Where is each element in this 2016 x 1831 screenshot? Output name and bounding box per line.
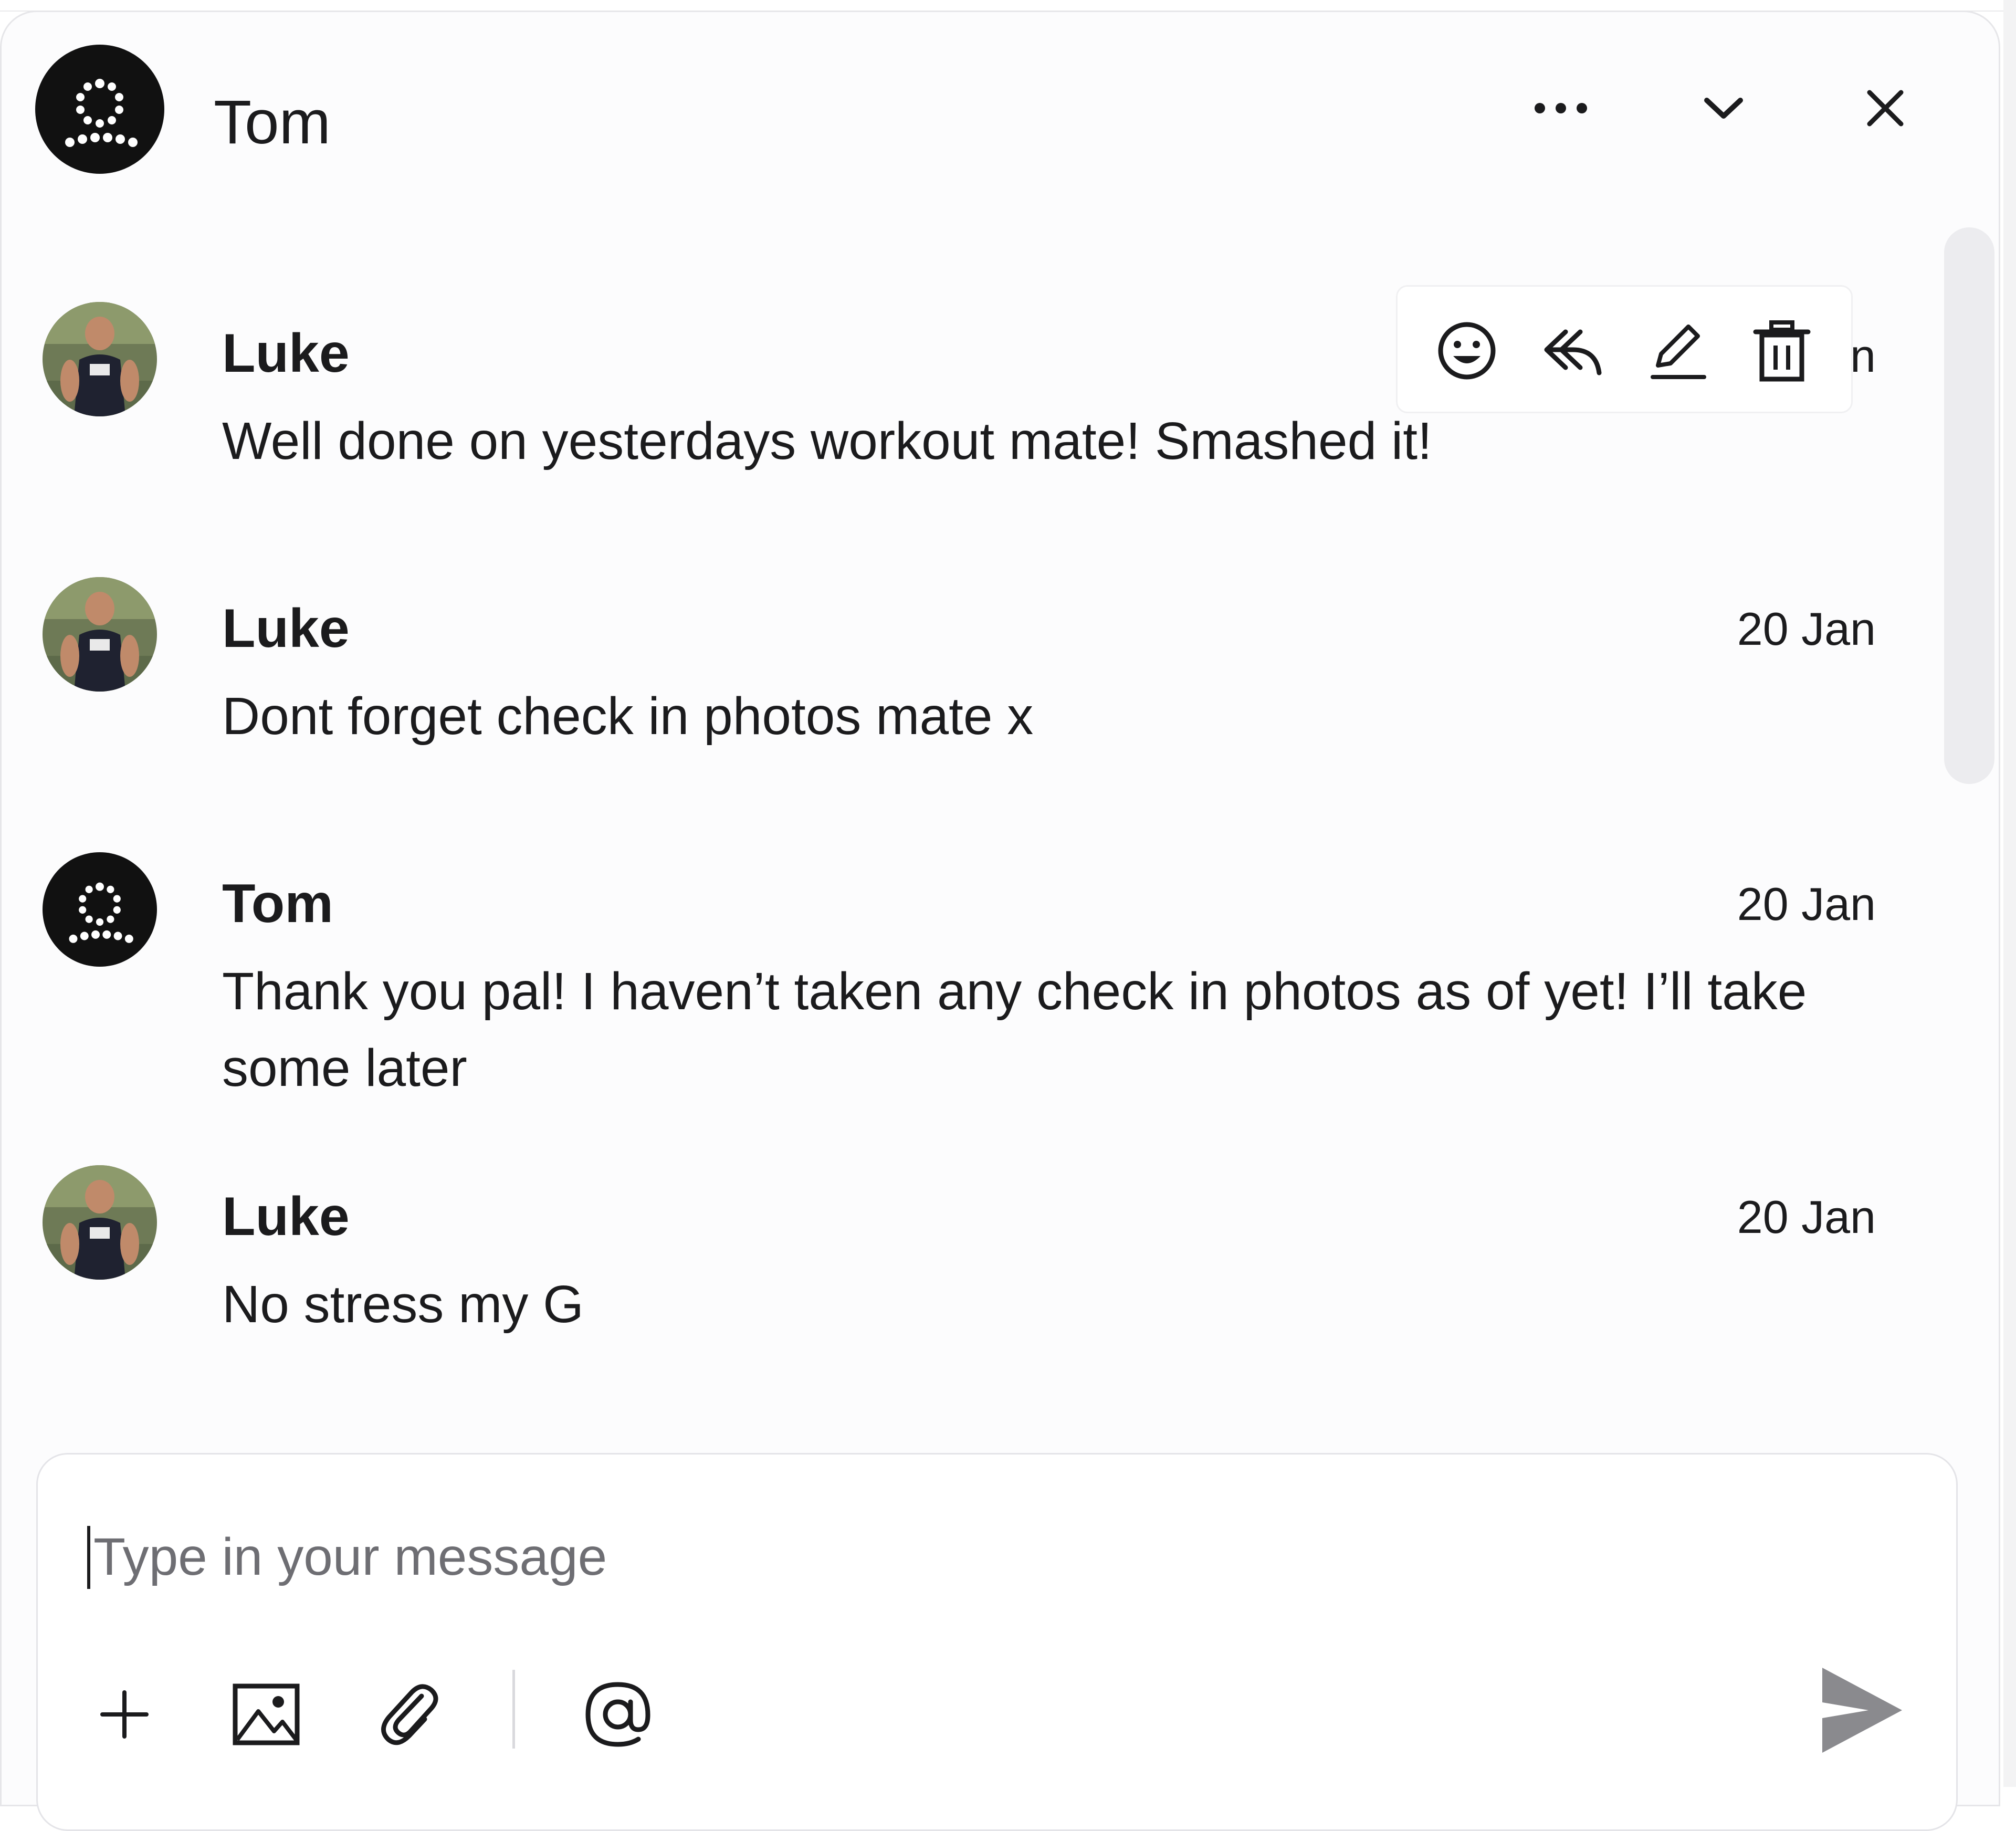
- attach-file-button[interactable]: [369, 1675, 447, 1754]
- react-button[interactable]: [1430, 314, 1504, 388]
- message-timestamp: n: [1850, 330, 1876, 382]
- avatar[interactable]: [43, 852, 157, 967]
- avatar[interactable]: [43, 302, 157, 416]
- edit-icon: [1651, 325, 1706, 379]
- insert-image-button[interactable]: [227, 1675, 306, 1754]
- text-caret: [87, 1526, 90, 1589]
- message-text: Dont forget check in photos mate x: [222, 687, 1034, 746]
- message-sender: Luke: [222, 1186, 350, 1247]
- message-input[interactable]: [85, 1518, 1826, 1596]
- message-text: No stress my G: [222, 1275, 584, 1334]
- brand-logo-icon: [69, 882, 133, 943]
- message-composer: [36, 1453, 1958, 1831]
- message-sender: Tom: [222, 873, 333, 934]
- more-options-button[interactable]: [1524, 71, 1598, 145]
- attachment-icon: [381, 1684, 438, 1745]
- message-text: Well done on yesterdays workout mate! Sm…: [222, 412, 1432, 470]
- add-button[interactable]: [85, 1675, 164, 1754]
- mention-icon: [585, 1682, 650, 1747]
- logo-dots: [65, 79, 138, 147]
- conversation-title: Tom: [214, 88, 331, 157]
- reply-button[interactable]: [1535, 314, 1609, 388]
- chevron-down-icon: [1704, 98, 1743, 119]
- emoji-icon: [1438, 322, 1496, 380]
- collapse-button[interactable]: [1687, 71, 1760, 145]
- send-icon: [1822, 1668, 1902, 1753]
- delete-button[interactable]: [1745, 314, 1819, 388]
- chat-panel: Tom Luke n Well done on yesterdays worko…: [0, 11, 2000, 1831]
- message-timestamp: 20 Jan: [1737, 603, 1876, 655]
- message-sender: Luke: [222, 323, 350, 384]
- user-photo: [43, 577, 157, 692]
- message-sender: Luke: [222, 598, 350, 659]
- avatar[interactable]: [43, 577, 157, 692]
- more-horizontal-icon: [1535, 103, 1587, 113]
- user-photo: [43, 1165, 157, 1280]
- brand-logo-icon[interactable]: [35, 45, 164, 174]
- mention-button[interactable]: [579, 1675, 657, 1754]
- message-text: Thank you pal! I haven’t taken any check…: [222, 962, 1807, 1097]
- message-timestamp: 20 Jan: [1737, 1191, 1876, 1243]
- plus-icon: [100, 1690, 149, 1739]
- message-scrollbar[interactable]: [1944, 227, 1994, 784]
- message-timestamp: 20 Jan: [1737, 878, 1876, 930]
- background-window: [2003, 0, 2016, 1787]
- edit-button[interactable]: [1640, 314, 1714, 388]
- close-icon: [1867, 90, 1904, 127]
- trash-icon: [1753, 320, 1811, 382]
- user-photo: [43, 302, 157, 416]
- avatar[interactable]: [43, 1165, 157, 1280]
- toolbar-divider: [512, 1670, 515, 1749]
- send-button[interactable]: [1802, 1650, 1923, 1771]
- reply-icon: [1544, 329, 1602, 375]
- image-icon: [233, 1683, 300, 1745]
- close-button[interactable]: [1849, 71, 1922, 145]
- message-action-toolbar: [1396, 285, 1853, 413]
